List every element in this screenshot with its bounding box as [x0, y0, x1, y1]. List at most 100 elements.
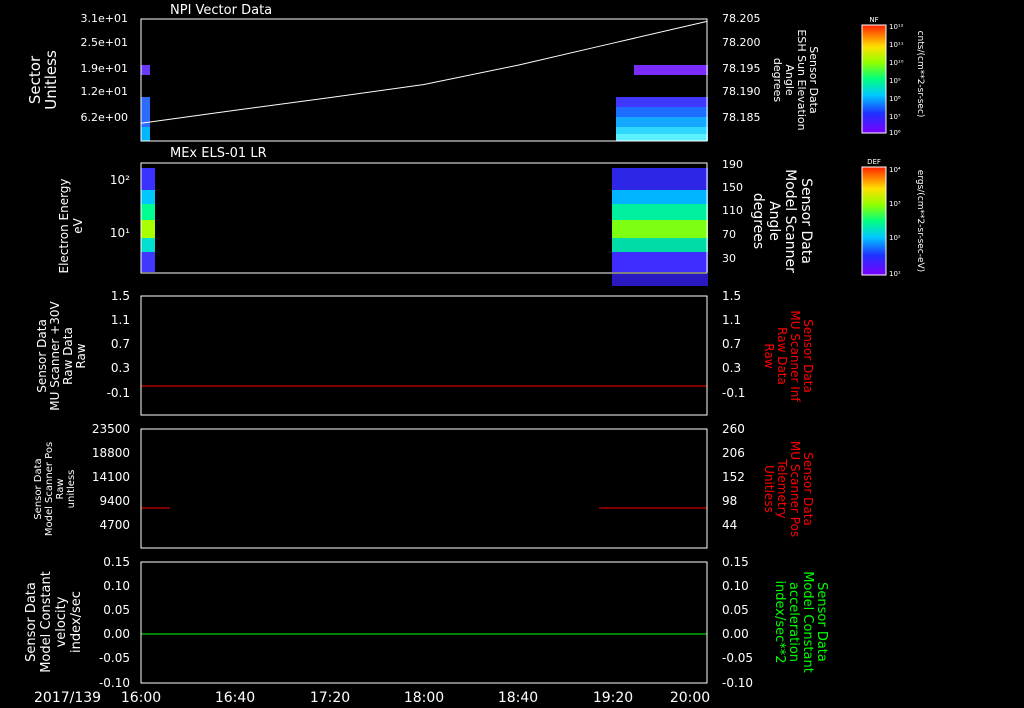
- panel-4-ylabel-left: Sensor Data: [33, 458, 44, 519]
- panel-2-title: MEx ELS-01 LR: [170, 146, 267, 161]
- els-left-bottom: [141, 252, 155, 272]
- npi-spectrogram-right-band5: [616, 134, 708, 141]
- panel-5-ytick-left: -0.10: [99, 676, 130, 690]
- panel-3-ytick-right: -0.1: [722, 386, 745, 400]
- panel-3-ylabel-left: Sensor Data: [35, 319, 49, 393]
- time-tick-label: 18:40: [498, 690, 538, 706]
- panel-1-ytick-left: 6.2e+00: [81, 111, 128, 124]
- panel-5-ytick-right: 0.15: [722, 555, 749, 569]
- panel-5-ytick-left: 0.10: [103, 579, 130, 593]
- colorbar-nf-tick: 10⁷: [889, 113, 901, 121]
- panel-2-ytick-right: 30: [722, 252, 736, 265]
- npi-spectrogram-left-low: [141, 127, 150, 141]
- panel-3-ylabel-right: MU Scanner Inf: [788, 310, 802, 402]
- panel-2-ytick-left: 10²: [110, 173, 130, 187]
- colorbar-nf-tick: 10¹¹: [889, 41, 904, 49]
- panel-2-ylabel-left: Electron Energy: [57, 178, 71, 273]
- panel-3-ylabel-right: Raw Data: [775, 327, 789, 385]
- panel-1-title: NPI Vector Data: [170, 3, 272, 18]
- panel-1-ytick-right: 78.190: [722, 85, 761, 98]
- panel-4-ylabel-right: Sensor Data: [801, 452, 815, 526]
- panel-3-ylabel-right: Raw: [762, 343, 776, 368]
- panel-4-ytick-left: 9400: [99, 494, 130, 508]
- panel-5-ytick-right: 0.10: [722, 579, 749, 593]
- panel-1-ytick-left: 1.2e+01: [81, 85, 128, 98]
- panel-4-ytick-left: 18800: [92, 446, 130, 460]
- panel-4-ytick-left: 23500: [92, 422, 130, 436]
- time-tick-label: 17:20: [310, 690, 350, 706]
- panel-5-ytick-right: -0.05: [722, 651, 753, 665]
- panel-2-ytick-right: 110: [722, 204, 743, 217]
- panel-1-ytick-right: 78.185: [722, 111, 761, 124]
- panel-5-ytick-right: 0.00: [722, 627, 749, 641]
- stacked-time-series-plot: NPI Vector Data 3.1e+01 2.5e+01 1.9e+01 …: [0, 0, 1024, 708]
- panel-3-ylabel-right: Sensor Data: [801, 319, 815, 393]
- panel-3-ytick-right: 1.1: [722, 313, 741, 327]
- panel-5-ytick-left: 0.00: [103, 627, 130, 641]
- els-left-upper: [141, 190, 155, 204]
- panel-4-ylabel-right: MU Scanner Pos: [788, 441, 802, 537]
- panel-3-ylabel-left: MU Scanner +30V: [48, 301, 62, 411]
- panel-2-ylabel-left: eV: [71, 217, 85, 233]
- colorbar-def-units: ergs/(cm**2-sr-sec-eV): [915, 170, 925, 272]
- panel-5-ylabel-right: Sensor Data: [814, 582, 829, 662]
- panel-1-ytick-left: 1.9e+01: [81, 62, 128, 75]
- panel-5-ylabel-left: index/sec: [69, 591, 84, 653]
- date-label: 2017/139: [34, 690, 101, 706]
- panel-5-ylabel-right: Model Constant: [800, 571, 815, 673]
- panel-3-ytick-left: -0.1: [107, 386, 130, 400]
- panel-1-ylabel-left: Unitless: [42, 50, 60, 110]
- colorbar-def-tick: 10²: [889, 234, 901, 242]
- panel-2-ylabel-right: Model Scanner: [782, 169, 798, 273]
- panel-3-ylabel-left: Raw Data: [61, 327, 75, 385]
- panel-4-ytick-left: 14100: [92, 470, 130, 484]
- colorbar-def-tick: 10³: [889, 200, 901, 208]
- panel-2-ytick-left: 10¹: [110, 226, 130, 240]
- time-tick-label: 18:00: [404, 690, 444, 706]
- panel-2-ytick-right: 150: [722, 181, 743, 194]
- panel-3-ytick-right: 0.7: [722, 337, 741, 351]
- colorbar-def-label: DEF: [867, 158, 881, 166]
- panel-5-ytick-right: -0.10: [722, 676, 753, 690]
- panel-3-ytick-left: 1.1: [111, 313, 130, 327]
- panel-1-ytick-left: 2.5e+01: [81, 36, 128, 49]
- panel-4-ytick-right: 98: [722, 494, 737, 508]
- npi-spectrogram-right-top: [634, 65, 708, 75]
- panel-2-ylabel-right: Angle: [766, 201, 782, 241]
- panel-4-ytick-right: 152: [722, 470, 745, 484]
- panel-3-ytick-right: 0.3: [722, 361, 741, 375]
- els-left-mid: [141, 204, 155, 220]
- colorbar-nf-units: cnts/(cm**2-sr-sec): [915, 31, 925, 118]
- panel-2-ylabel-right: Sensor Data: [798, 178, 814, 264]
- panel-5-ytick-left: -0.05: [99, 651, 130, 665]
- npi-spectrogram-right-band3: [616, 117, 708, 127]
- els-right-tail: [612, 274, 708, 286]
- els-right-upper: [612, 190, 708, 204]
- panel-2-ytick-right: 190: [722, 158, 743, 171]
- els-left-top: [141, 168, 155, 190]
- panel-5-ytick-left: 0.15: [103, 555, 130, 569]
- colorbar-nf-tick: 10¹⁰: [889, 59, 904, 67]
- els-left-lower: [141, 238, 155, 252]
- colorbar-nf-label: NF: [869, 16, 878, 24]
- panel-5-ytick-left: 0.05: [103, 603, 130, 617]
- npi-spectrogram-left-mid: [141, 65, 150, 75]
- panel-5-ylabel-right: acceleration: [786, 582, 801, 662]
- npi-spectrogram-right-band1: [616, 97, 708, 107]
- colorbar-nf-tick: 10¹²: [889, 23, 904, 31]
- time-tick-label: 20:00: [670, 690, 710, 706]
- colorbar-def-scale: [861, 166, 887, 276]
- panel-3-ytick-left: 1.5: [111, 289, 130, 303]
- panel-4-ylabel-right: Telemetry: [775, 458, 789, 518]
- panel-3-ytick-left: 0.7: [111, 337, 130, 351]
- panel-5-ytick-right: 0.05: [722, 603, 749, 617]
- colorbar-nf-tick: 10⁹: [889, 77, 901, 85]
- panel-2-ylabel-right: degrees: [750, 193, 766, 249]
- panel-5-ylabel-right: index/sec**2: [772, 580, 787, 663]
- panel-2-ytick-right: 70: [722, 228, 736, 241]
- panel-4-ylabel-left: Model Scanner Pos: [44, 442, 55, 536]
- colorbar-def-tick: 10⁴: [889, 166, 901, 174]
- panel-4-ylabel-left: Raw: [55, 478, 66, 499]
- panel-4-ylabel-right: Unitless: [762, 465, 776, 513]
- els-right-top: [612, 168, 708, 190]
